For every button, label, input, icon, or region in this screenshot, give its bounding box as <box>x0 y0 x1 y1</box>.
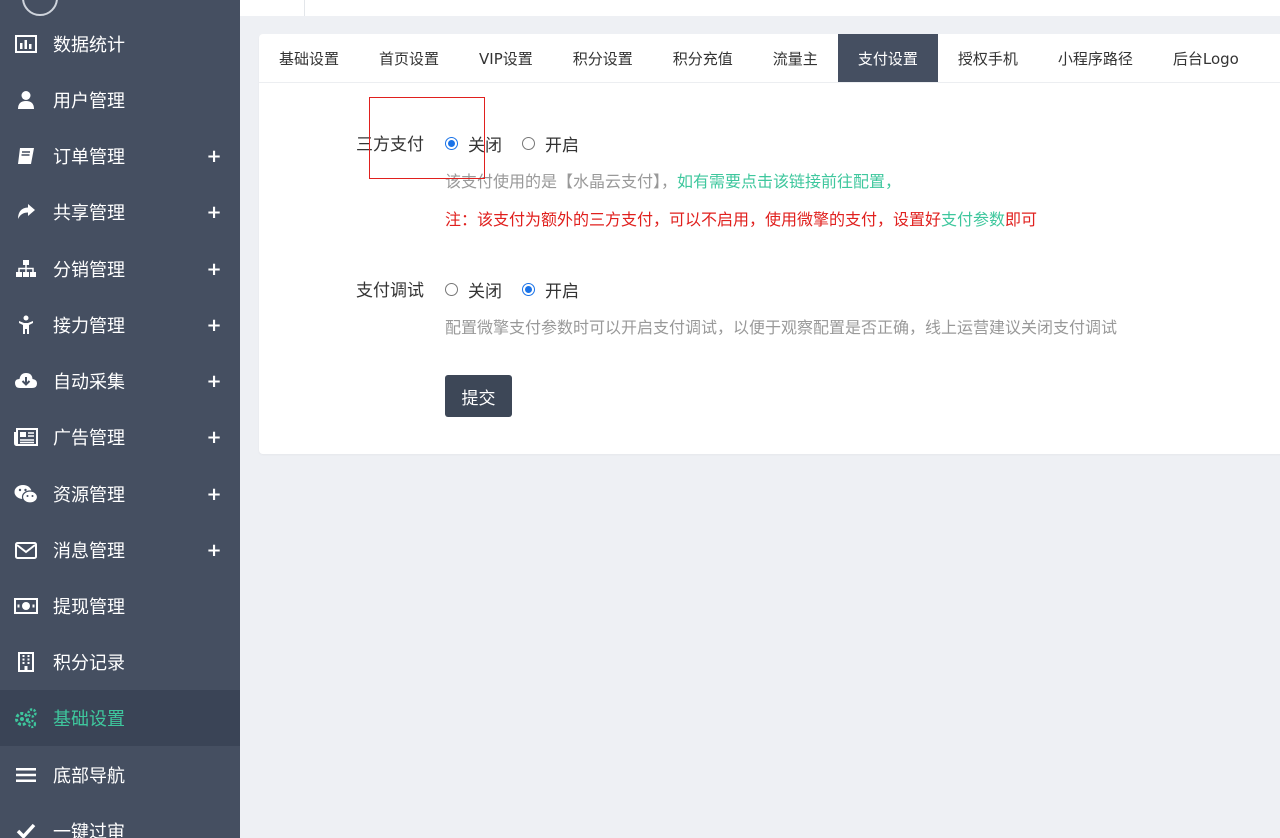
sidebar-item-auto-collect[interactable]: 自动采集 + <box>0 353 240 409</box>
radio-unchecked-icon <box>445 283 458 296</box>
sidebar-item-label: 消息管理 <box>53 541 125 562</box>
third-pay-help: 该支付使用的是【水晶云支付】，如有需要点击该链接前往配置， <box>445 172 902 191</box>
logo-icon <box>22 0 58 16</box>
bars-icon <box>13 763 39 787</box>
sidebar-item-label: 资源管理 <box>53 485 125 506</box>
tab-traffic[interactable]: 流量主 <box>753 34 838 82</box>
tab-miniprogram-path[interactable]: 小程序路径 <box>1038 34 1153 82</box>
sidebar-item-label: 积分记录 <box>53 653 125 674</box>
third-pay-warning: 注：该支付为额外的三方支付，可以不启用，使用微擎的支付，设置好支付参数即可 <box>445 210 1038 229</box>
tab-points-recharge[interactable]: 积分充值 <box>653 34 753 82</box>
header-divider <box>304 0 305 16</box>
sidebar-item-label: 订单管理 <box>53 147 125 168</box>
money-icon <box>13 594 39 618</box>
pay-debug-on-radio[interactable]: 开启 <box>522 277 579 302</box>
expand-plus-icon: + <box>206 145 222 167</box>
person-icon <box>13 313 39 337</box>
sidebar-item-messages[interactable]: 消息管理 + <box>0 522 240 578</box>
sidebar-item-points-log[interactable]: 积分记录 <box>0 634 240 690</box>
sidebar-item-ads[interactable]: 广告管理 + <box>0 409 240 465</box>
tab-auth-phone[interactable]: 授权手机 <box>938 34 1038 82</box>
sidebar-item-stats[interactable]: 数据统计 <box>0 16 240 72</box>
building-icon <box>13 650 39 674</box>
sidebar-item-users[interactable]: 用户管理 <box>0 72 240 128</box>
expand-plus-icon: + <box>206 258 222 280</box>
tab-admin-logo[interactable]: 后台Logo <box>1153 34 1259 82</box>
expand-plus-icon: + <box>206 426 222 448</box>
sidebar-item-quick-review[interactable]: 一键过审 <box>0 803 240 838</box>
sidebar-item-basic-settings[interactable]: 基础设置 <box>0 690 240 746</box>
sidebar-item-label: 数据统计 <box>53 35 125 56</box>
pay-debug-label: 支付调试 <box>356 281 424 301</box>
sidebar-item-distribution[interactable]: 分销管理 + <box>0 241 240 297</box>
sidebar-item-label: 提现管理 <box>53 597 125 618</box>
sidebar-item-label: 一键过审 <box>53 822 125 838</box>
third-pay-on-radio[interactable]: 开启 <box>522 131 579 156</box>
pay-debug-help: 配置微擎支付参数时可以开启支付调试，以便于观察配置是否正确，线上运营建议关闭支付… <box>445 318 1118 337</box>
sidebar-item-orders[interactable]: 订单管理 + <box>0 128 240 184</box>
sidebar-item-label: 分销管理 <box>53 260 125 281</box>
radio-checked-icon <box>522 283 535 296</box>
sidebar-item-relay[interactable]: 接力管理 + <box>0 297 240 353</box>
envelope-icon <box>13 538 39 562</box>
sidebar-item-label: 接力管理 <box>53 316 125 337</box>
pay-debug-off-radio[interactable]: 关闭 <box>445 277 502 302</box>
sidebar-item-label: 自动采集 <box>53 372 125 393</box>
tab-basic[interactable]: 基础设置 <box>259 34 359 82</box>
sidebar-item-bottom-nav[interactable]: 底部导航 <box>0 747 240 803</box>
expand-plus-icon: + <box>206 539 222 561</box>
sidebar-item-label: 广告管理 <box>53 428 125 449</box>
submit-button[interactable]: 提交 <box>445 375 512 417</box>
sidebar-item-withdraw[interactable]: 提现管理 <box>0 578 240 634</box>
highlight-box <box>369 97 485 179</box>
gears-icon <box>13 706 39 730</box>
radio-unchecked-icon <box>522 137 535 150</box>
tab-payment[interactable]: 支付设置 <box>837 34 938 82</box>
sidebar-item-label: 基础设置 <box>53 709 125 730</box>
bar-chart-icon <box>13 32 39 56</box>
check-icon <box>13 819 39 838</box>
expand-plus-icon: + <box>206 370 222 392</box>
expand-plus-icon: + <box>206 314 222 336</box>
share-icon <box>13 200 39 224</box>
wechat-icon <box>13 482 39 506</box>
tab-vip[interactable]: VIP设置 <box>459 34 553 82</box>
sidebar-item-label: 用户管理 <box>53 91 125 112</box>
expand-plus-icon: + <box>206 201 222 223</box>
settings-tabs: 基础设置 首页设置 VIP设置 积分设置 积分充值 流量主 支付设置 授权手机 … <box>259 34 1280 83</box>
cloud-download-icon <box>13 369 39 393</box>
sidebar-item-share[interactable]: 共享管理 + <box>0 184 240 240</box>
newspaper-icon <box>13 425 39 449</box>
sitemap-icon <box>13 257 39 281</box>
third-pay-config-link[interactable]: 如有需要点击该链接前往配置， <box>677 172 901 191</box>
user-icon <box>13 88 39 112</box>
sidebar-item-resources[interactable]: 资源管理 + <box>0 466 240 522</box>
book-icon <box>13 144 39 168</box>
sidebar: 数据统计 用户管理 订单管理 + 共享管理 + 分销管理 + 接力管理 + 自动… <box>0 0 240 838</box>
sidebar-item-label: 共享管理 <box>53 203 125 224</box>
tab-points[interactable]: 积分设置 <box>553 34 653 82</box>
top-header <box>240 0 1280 16</box>
expand-plus-icon: + <box>206 483 222 505</box>
tab-home[interactable]: 首页设置 <box>359 34 459 82</box>
pay-params-link[interactable]: 支付参数 <box>941 210 1005 229</box>
sidebar-item-label: 底部导航 <box>53 766 125 787</box>
